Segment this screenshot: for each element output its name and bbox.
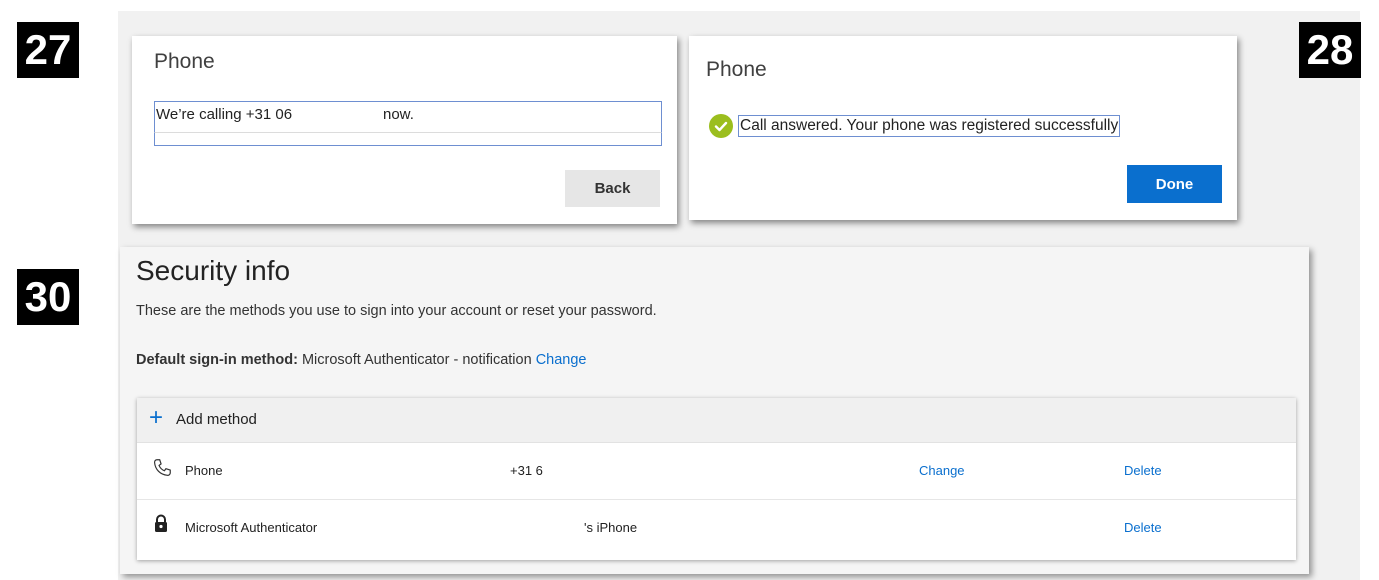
add-method-label: Add method xyxy=(176,411,257,428)
default-method-label: Default sign-in method: xyxy=(136,352,298,368)
calling-status-underline xyxy=(154,132,662,146)
dialog-title: Phone xyxy=(154,50,215,73)
lock-icon xyxy=(153,514,169,537)
dialog-title: Phone xyxy=(706,58,767,81)
list-item: Microsoft Authenticator 's iPhone Delete xyxy=(137,500,1296,556)
back-button[interactable]: Back xyxy=(565,170,660,207)
calling-status-text: We’re calling +31 06 xyxy=(156,106,293,123)
calling-status-field[interactable]: We’re calling +31 06 now. xyxy=(154,101,662,133)
method-name: Phone xyxy=(185,463,223,478)
done-button[interactable]: Done xyxy=(1127,165,1222,203)
change-default-link[interactable]: Change xyxy=(536,352,587,368)
step-30-badge: 30 xyxy=(17,269,79,325)
step-28-badge: 28 xyxy=(1299,22,1361,78)
delete-phone-link[interactable]: Delete xyxy=(1124,463,1162,478)
method-value: 's iPhone xyxy=(584,520,638,535)
plus-icon: + xyxy=(149,404,164,431)
change-phone-link[interactable]: Change xyxy=(919,463,965,478)
default-method-line: Default sign-in method: Microsoft Authen… xyxy=(136,352,586,368)
calling-status-suffix: now. xyxy=(383,106,414,123)
step-27-badge: 27 xyxy=(17,22,79,78)
success-message: Call answered. Your phone was registered… xyxy=(738,115,1121,137)
default-method-value: Microsoft Authenticator - notification xyxy=(301,352,532,368)
delete-authenticator-link[interactable]: Delete xyxy=(1124,520,1162,535)
add-method-button[interactable]: + Add method xyxy=(137,398,1296,443)
list-item: Phone +31 6 Change Delete xyxy=(137,443,1296,500)
page-title: Security info xyxy=(136,255,291,286)
calling-dialog: Phone We’re calling +31 06 now. Back xyxy=(132,36,677,224)
methods-list: + Add method Phone +31 6 Change Delete M… xyxy=(137,398,1296,560)
security-info-panel: Security info These are the methods you … xyxy=(120,247,1309,574)
phone-icon xyxy=(151,457,173,482)
method-value: +31 6 xyxy=(510,463,543,478)
success-check-icon xyxy=(709,114,733,138)
page-description: These are the methods you use to sign in… xyxy=(136,303,657,319)
method-name: Microsoft Authenticator xyxy=(185,520,318,535)
registered-dialog: Phone Call answered. Your phone was regi… xyxy=(689,36,1237,220)
